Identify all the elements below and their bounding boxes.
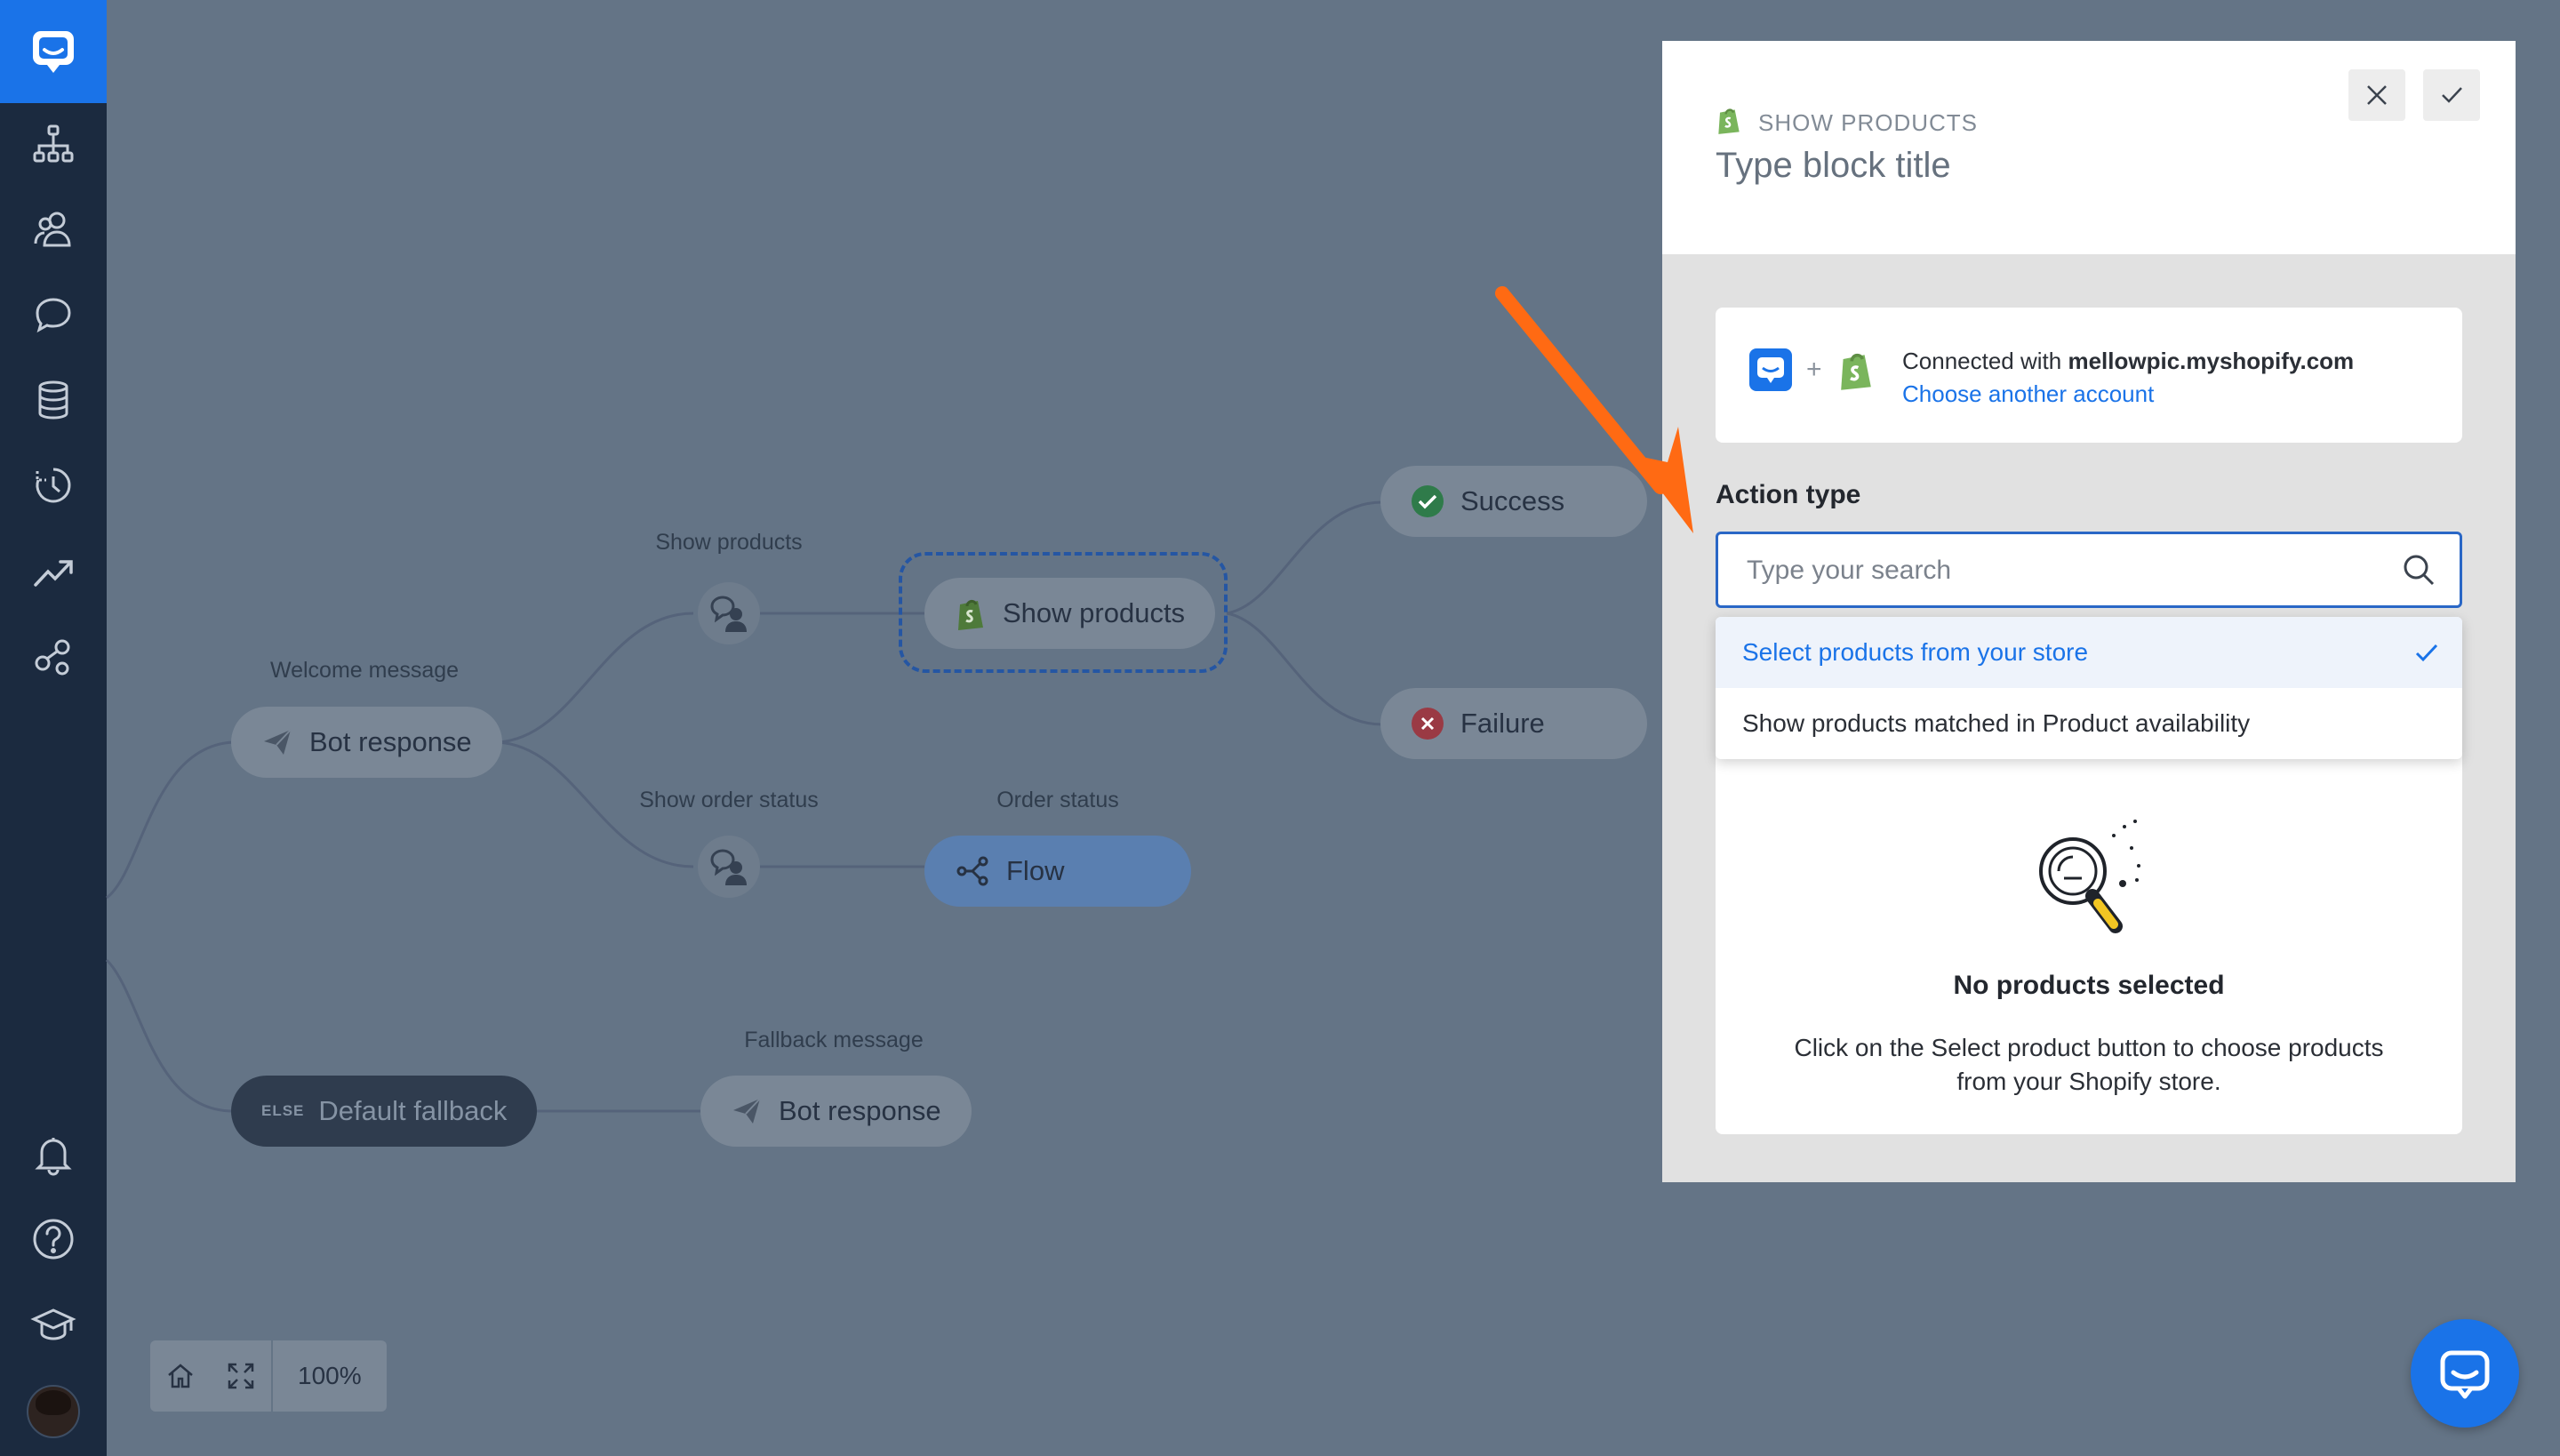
block-type: SHOW PRODUCTS [1716, 105, 1978, 141]
shopify-icon [1840, 353, 1871, 390]
shopify-icon [955, 596, 987, 631]
block-title-input[interactable]: Type block title [1716, 146, 1951, 186]
magnifier-illustration [2039, 820, 2140, 933]
block-settings-panel: SHOW PRODUCTS Type block title + Connect… [1662, 41, 2516, 1182]
zoom-level[interactable]: 100% [273, 1362, 387, 1390]
flow-node[interactable]: Flow [924, 836, 1191, 907]
action-type-label: Action type [1716, 480, 1861, 509]
plus-icon: + [1806, 355, 1822, 384]
node-text: Show products [1003, 597, 1186, 628]
empty-state-description: Click on the Select product button to ch… [1794, 1034, 2384, 1095]
check-icon [2442, 87, 2462, 103]
send-icon [731, 1095, 763, 1127]
success-node[interactable]: Success [1380, 466, 1647, 537]
user-intent-icon [710, 596, 747, 632]
connection-prefix: Connected with [1902, 348, 2068, 374]
welcome-bot-response-node[interactable]: Bot response [231, 707, 502, 778]
shopify-icon [1716, 105, 1742, 141]
connection-logos: + [1749, 348, 1876, 391]
action-type-dropdown: Select products from your store Show pro… [1716, 617, 2462, 759]
fallback-bot-response-node[interactable]: Bot response [700, 1076, 972, 1147]
user-intent-icon [710, 849, 747, 885]
node-text: Default fallback [318, 1095, 508, 1126]
panel-header: SHOW PRODUCTS Type block title [1662, 41, 2516, 254]
order-status-label: Order status [996, 788, 1119, 812]
flow-share-icon [955, 855, 990, 887]
zoom-controls: 100% [150, 1340, 387, 1412]
default-fallback-node[interactable]: ELSE Default fallback [231, 1076, 538, 1147]
show-order-status-label: Show order status [639, 788, 819, 812]
connection-info: Connected with mellowpic.myshopify.com C… [1902, 345, 2354, 411]
close-button[interactable] [2348, 69, 2405, 121]
block-type-label: SHOW PRODUCTS [1758, 109, 1978, 136]
search-icon[interactable] [2401, 552, 2436, 592]
show-products-block-node[interactable]: Show products [924, 578, 1216, 649]
option-select-products[interactable]: Select products from your store [1716, 617, 2462, 688]
choose-another-account-link[interactable]: Choose another account [1902, 380, 2154, 407]
show-order-status-trigger-node[interactable] [698, 836, 760, 898]
node-text: Failure [1460, 708, 1545, 739]
fallback-message-label: Fallback message [744, 1028, 924, 1052]
node-text: Bot response [309, 726, 472, 757]
empty-state-title: No products selected [1953, 971, 2225, 1000]
home-button[interactable] [150, 1340, 211, 1412]
home-icon [168, 1364, 193, 1388]
node-text: Success [1460, 485, 1565, 516]
expand-icon [228, 1363, 254, 1389]
action-type-search-input[interactable] [1745, 534, 2371, 607]
option-product-availability[interactable]: Show products matched in Product availab… [1716, 688, 2462, 759]
failure-x-icon [1411, 707, 1444, 740]
support-chat-button[interactable] [2411, 1319, 2519, 1428]
option-label: Select products from your store [1742, 638, 2089, 666]
store-name: mellowpic.myshopify.com [2068, 348, 2355, 374]
products-empty-state: No products selected Click on the Select… [1716, 729, 2462, 1134]
chatbot-logo-icon [1749, 348, 1792, 391]
option-label: Show products matched in Product availab… [1742, 709, 2251, 737]
success-check-icon [1411, 484, 1444, 518]
selected-check-icon [2412, 638, 2441, 673]
show-products-trigger-node[interactable] [698, 582, 760, 644]
node-text: Flow [1006, 855, 1065, 886]
shopify-connection-card: + Connected with mellowpic.myshopify.com… [1716, 308, 2462, 443]
confirm-button[interactable] [2423, 69, 2480, 121]
send-icon [261, 726, 293, 758]
close-icon [2367, 85, 2387, 105]
fit-view-button[interactable] [211, 1340, 271, 1412]
action-type-search[interactable] [1716, 532, 2462, 608]
chat-icon [2440, 1350, 2490, 1399]
show-products-trigger-label: Show products [655, 530, 803, 555]
node-text: Bot response [779, 1095, 941, 1126]
else-tag: ELSE [261, 1102, 305, 1119]
failure-node[interactable]: Failure [1380, 688, 1647, 759]
welcome-message-label: Welcome message [269, 658, 460, 683]
